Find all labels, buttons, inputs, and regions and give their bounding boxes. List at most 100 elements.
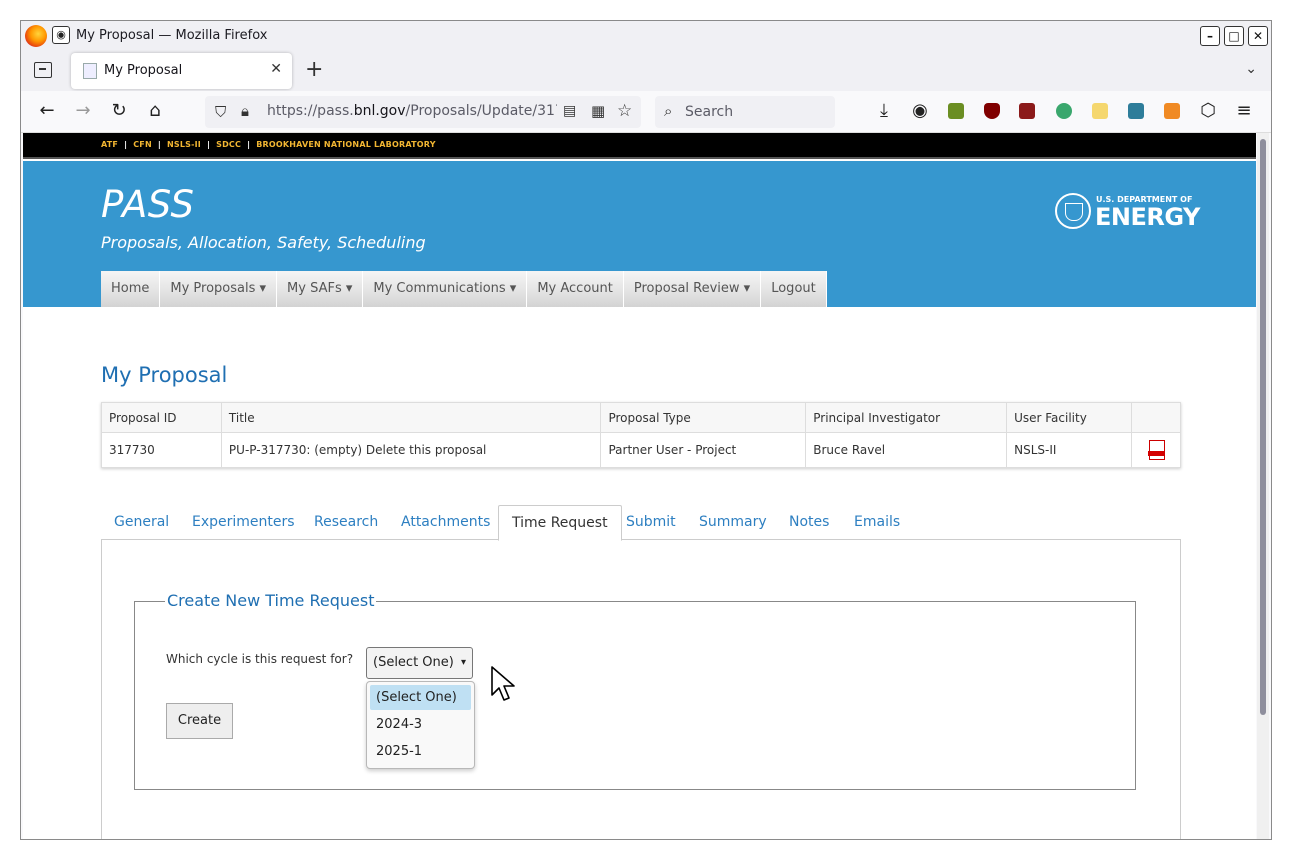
doe-seal-icon — [1055, 193, 1091, 229]
link-nsls-ii[interactable]: NSLS-II — [167, 140, 201, 149]
table-header-row: Proposal ID Title Proposal Type Principa… — [101, 402, 1182, 433]
cycle-dropdown-list: (Select One) 2024-3 2025-1 — [366, 681, 475, 769]
column-header: Title — [220, 402, 602, 433]
search-icon: ⌕ — [664, 102, 673, 120]
browser-tab[interactable]: My Proposal ✕ — [71, 53, 292, 89]
page-scrollbar[interactable] — [1257, 133, 1269, 839]
nav-toolbar: ← → ↻ ⌂ ⛉ 🔒︎ https://pass.bnl.gov/Propos… — [21, 91, 1271, 133]
reader-view-icon[interactable]: ▤ — [563, 103, 576, 119]
tab-general[interactable]: General — [101, 505, 182, 540]
tab-bar: My Proposal ✕ + ⌄ — [21, 51, 1271, 91]
create-time-request-fieldset: Create New Time Request Which cycle is t… — [134, 591, 1136, 790]
extension-icon[interactable] — [1056, 103, 1072, 119]
search-input[interactable]: ⌕ Search — [655, 96, 835, 128]
new-tab-button[interactable]: + — [305, 57, 323, 82]
close-window-button[interactable]: ✕ — [1248, 26, 1268, 46]
menu-proposal-review[interactable]: Proposal Review ▾ — [623, 271, 762, 307]
link-bnl[interactable]: BROOKHAVEN NATIONAL LABORATORY — [256, 140, 436, 149]
url-text[interactable]: https://pass.bnl.gov/Proposals/Update/31… — [267, 103, 557, 119]
page-content: ATF | CFN | NSLS-II | SDCC | BROOKHAVEN NATIONAL… — [23, 133, 1256, 839]
cell-pdf — [1130, 432, 1182, 468]
page-title: My Proposal — [101, 363, 228, 387]
column-header: User Facility — [1006, 402, 1132, 433]
column-header-pdf — [1130, 402, 1182, 433]
tab-research[interactable]: Research — [301, 505, 391, 540]
cycle-select[interactable]: (Select One) ▾ — [366, 647, 473, 679]
tab-notes[interactable]: Notes — [776, 505, 842, 540]
cell-title: PU-P-317730: (empty) Delete this proposa… — [220, 432, 602, 468]
main-menu: Home My Proposals ▾ My SAFs ▾ My Communi… — [101, 271, 827, 307]
table-row: 317730 PU-P-317730: (empty) Delete this … — [101, 432, 1182, 468]
tab-submit[interactable]: Submit — [613, 505, 689, 540]
link-cfn[interactable]: CFN — [133, 140, 152, 149]
tab-summary[interactable]: Summary — [686, 505, 780, 540]
downloads-icon[interactable]: ⤓ — [872, 100, 896, 121]
mouse-cursor-icon — [491, 666, 515, 701]
menu-my-account[interactable]: My Account — [527, 271, 624, 307]
lock-icon[interactable]: 🔒︎ — [241, 102, 249, 120]
menu-logout[interactable]: Logout — [761, 271, 827, 307]
menu-my-safs[interactable]: My SAFs ▾ — [277, 271, 364, 307]
cell-proposal-type: Partner User - Project — [600, 432, 807, 468]
site-brand[interactable]: PASS — [101, 183, 194, 226]
tab-emails[interactable]: Emails — [841, 505, 913, 540]
address-bar[interactable]: ⛉ 🔒︎ https://pass.bnl.gov/Proposals/Upda… — [205, 96, 641, 128]
fieldset-legend: Create New Time Request — [165, 591, 377, 610]
forward-button[interactable]: → — [71, 100, 95, 121]
cycle-option[interactable]: 2025-1 — [370, 739, 471, 764]
cycle-question-label: Which cycle is this request for? — [166, 652, 354, 666]
cell-facility: NSLS-II — [1006, 432, 1132, 468]
bookmark-star-icon[interactable]: ☆ — [617, 101, 632, 121]
window-title: My Proposal — Mozilla Firefox — [76, 28, 268, 43]
tab-time-request[interactable]: Time Request — [498, 505, 622, 541]
column-header: Proposal ID — [101, 402, 222, 433]
time-request-panel: Create New Time Request Which cycle is t… — [101, 539, 1181, 839]
proposal-tabs: General Experimenters Research Attachmen… — [101, 505, 1181, 541]
home-button[interactable]: ⌂ — [143, 100, 167, 121]
minimize-button[interactable]: – — [1200, 26, 1220, 46]
app-menu-icon[interactable]: ≡ — [1232, 100, 1256, 121]
link-atf[interactable]: ATF — [101, 140, 118, 149]
extension-icon[interactable] — [1092, 103, 1108, 119]
search-placeholder: Search — [685, 104, 734, 120]
ublock-icon[interactable] — [984, 103, 1000, 119]
browser-window: ◉ My Proposal — Mozilla Firefox – □ ✕ My… — [20, 20, 1272, 840]
account-icon[interactable]: ◉ — [908, 100, 932, 121]
extension-icon[interactable] — [1164, 103, 1180, 119]
site-tagline: Proposals, Allocation, Safety, Schedulin… — [101, 233, 426, 252]
menu-home[interactable]: Home — [101, 271, 161, 307]
cycle-option[interactable]: 2024-3 — [370, 712, 471, 737]
tracking-shield-icon[interactable]: ⛉ — [215, 103, 226, 121]
create-button[interactable]: Create — [166, 703, 233, 739]
menu-my-proposals[interactable]: My Proposals ▾ — [160, 271, 278, 307]
list-all-tabs-icon[interactable]: ⌄ — [1245, 61, 1257, 77]
back-button[interactable]: ← — [35, 100, 59, 121]
tab-list-icon[interactable] — [34, 62, 52, 78]
cycle-option[interactable]: (Select One) — [370, 685, 471, 710]
scrollbar-thumb[interactable] — [1260, 139, 1266, 715]
extension-icon[interactable] — [948, 103, 964, 119]
pdf-icon[interactable] — [1147, 439, 1165, 460]
proposal-table: Proposal ID Title Proposal Type Principa… — [101, 402, 1182, 468]
extension-icon[interactable] — [1128, 103, 1144, 119]
pin-icon[interactable]: ◉ — [52, 26, 70, 44]
qr-code-icon[interactable]: ▦ — [591, 102, 605, 120]
tab-attachments[interactable]: Attachments — [388, 505, 503, 540]
chevron-down-icon: ▾ — [460, 657, 466, 668]
lab-links-strip: ATF | CFN | NSLS-II | SDCC | BROOKHAVEN NATIONAL… — [23, 133, 1256, 159]
firefox-icon — [25, 25, 47, 47]
page-favicon-icon — [83, 63, 97, 79]
cycle-select-value: (Select One) — [373, 655, 454, 670]
link-sdcc[interactable]: SDCC — [216, 140, 241, 149]
menu-my-communications[interactable]: My Communications ▾ — [363, 271, 528, 307]
cell-pi: Bruce Ravel — [805, 432, 1008, 468]
extensions-puzzle-icon[interactable]: ⬡ — [1196, 100, 1220, 121]
extension-icon[interactable] — [1019, 103, 1035, 119]
reload-button[interactable]: ↻ — [107, 100, 131, 121]
maximize-button[interactable]: □ — [1224, 26, 1244, 46]
column-header: Proposal Type — [600, 402, 807, 433]
doe-logo: U.S. DEPARTMENT OF ENERGY — [1055, 193, 1205, 233]
close-tab-icon[interactable]: ✕ — [270, 61, 282, 77]
tab-title: My Proposal — [104, 63, 183, 78]
tab-experimenters[interactable]: Experimenters — [179, 505, 308, 540]
